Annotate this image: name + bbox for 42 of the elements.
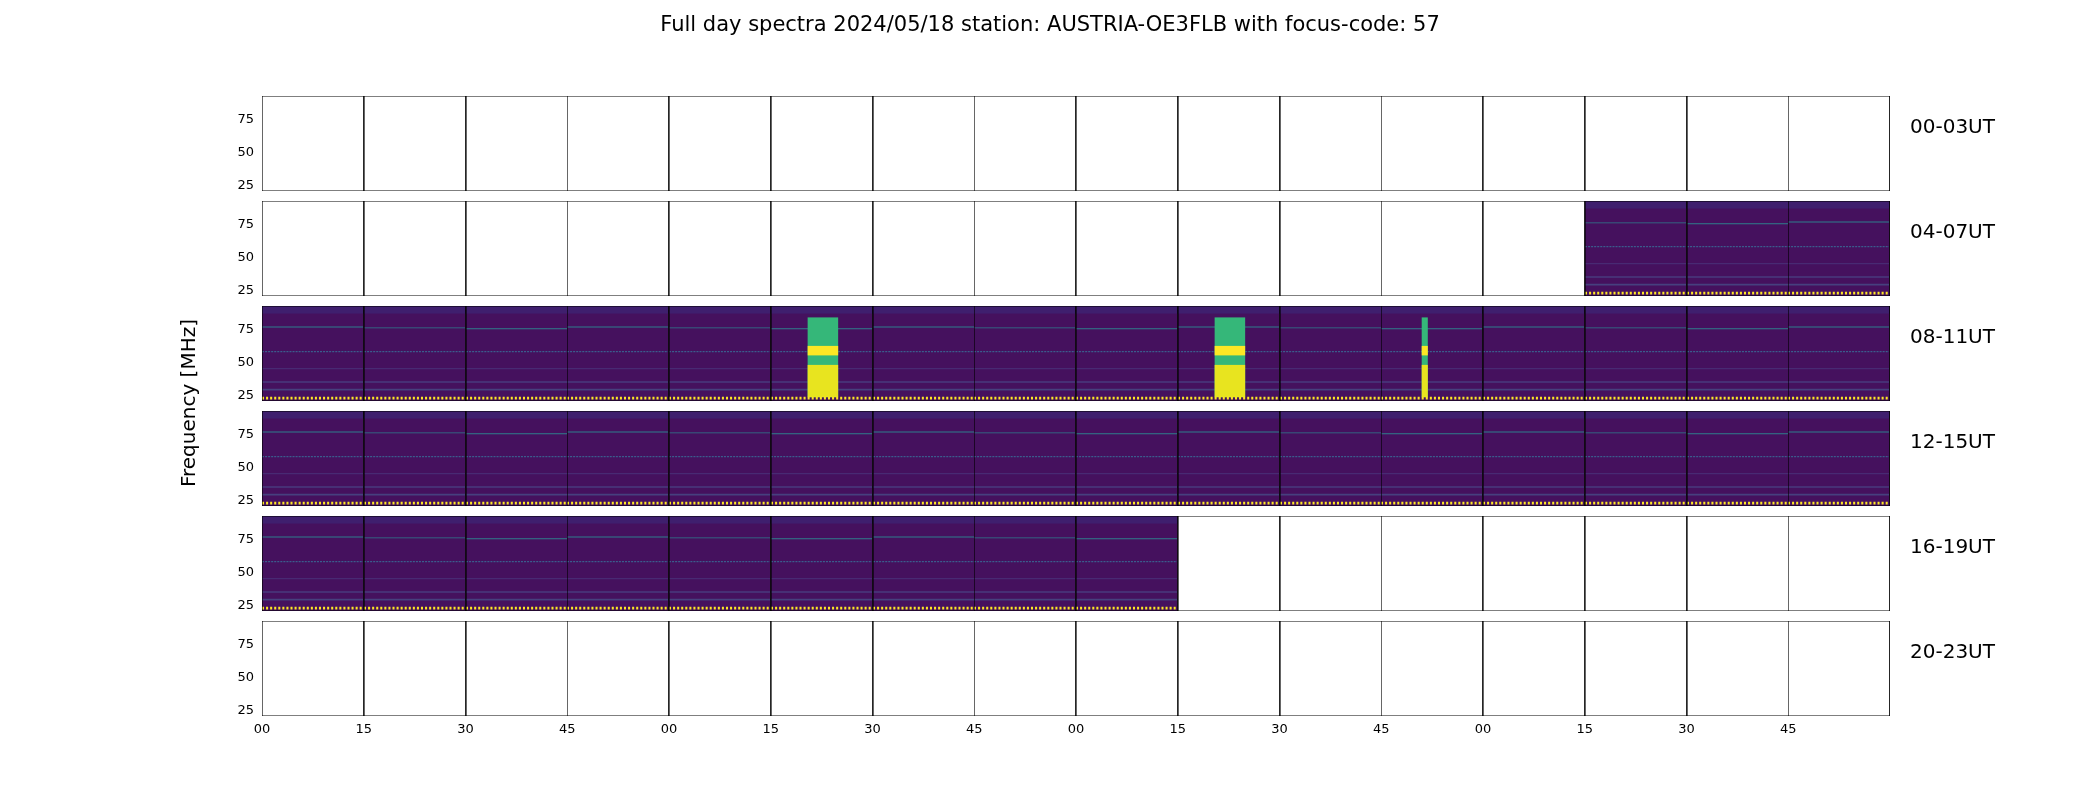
row-time-label: 16-19UT bbox=[1909, 533, 1995, 560]
y-tick-label: 25 bbox=[237, 701, 254, 717]
y-axis-label: Frequency [MHz] bbox=[176, 319, 200, 488]
row-time-label: 04-07UT bbox=[1909, 218, 1995, 245]
x-tick-label: 30 bbox=[1678, 721, 1695, 736]
y-tick-label: 75 bbox=[237, 635, 254, 651]
y-tick-label: 75 bbox=[237, 110, 254, 126]
x-tick-label: 30 bbox=[1271, 721, 1288, 736]
y-tick-label: 75 bbox=[237, 425, 254, 441]
y-tick-label: 50 bbox=[237, 458, 254, 474]
y-tick-label: 25 bbox=[237, 596, 254, 612]
y-tick-label: 25 bbox=[237, 176, 254, 192]
x-tick-label: 30 bbox=[864, 721, 881, 736]
x-tick-label: 45 bbox=[559, 721, 576, 736]
y-tick-label: 75 bbox=[237, 215, 254, 231]
row-time-label: 20-23UT bbox=[1909, 638, 1995, 665]
x-tick-label: 00 bbox=[253, 721, 271, 736]
x-tick-label: 45 bbox=[1780, 721, 1797, 736]
y-tick-label: 50 bbox=[237, 563, 254, 579]
x-tick-label: 00 bbox=[660, 721, 678, 736]
row-time-label: 08-11UT bbox=[1909, 323, 1995, 350]
x-tick-label: 15 bbox=[1169, 721, 1186, 736]
y-tick-label: 25 bbox=[237, 386, 254, 402]
x-tick-label: 15 bbox=[1576, 721, 1593, 736]
x-tick-label: 00 bbox=[1474, 721, 1492, 736]
x-tick-label: 15 bbox=[762, 721, 779, 736]
y-tick-label: 75 bbox=[237, 530, 254, 546]
x-tick-label: 45 bbox=[966, 721, 983, 736]
y-tick-label: 75 bbox=[237, 320, 254, 336]
y-tick-label: 25 bbox=[237, 281, 254, 297]
row-time-label: 00-03UT bbox=[1909, 113, 1995, 140]
x-tick-label: 45 bbox=[1373, 721, 1390, 736]
y-tick-label: 50 bbox=[237, 353, 254, 369]
x-tick-label: 00 bbox=[1067, 721, 1085, 736]
y-tick-label: 50 bbox=[237, 143, 254, 159]
y-tick-label: 50 bbox=[237, 248, 254, 264]
y-tick-label: 50 bbox=[237, 668, 254, 684]
x-tick-label: 30 bbox=[457, 721, 474, 736]
y-tick-label: 25 bbox=[237, 491, 254, 507]
row-time-label: 12-15UT bbox=[1909, 428, 1995, 455]
x-tick-label: 15 bbox=[355, 721, 372, 736]
figure-title: Full day spectra 2024/05/18 station: AUSTRIA-OE3FLB with focus-code: 57 bbox=[659, 12, 1441, 38]
